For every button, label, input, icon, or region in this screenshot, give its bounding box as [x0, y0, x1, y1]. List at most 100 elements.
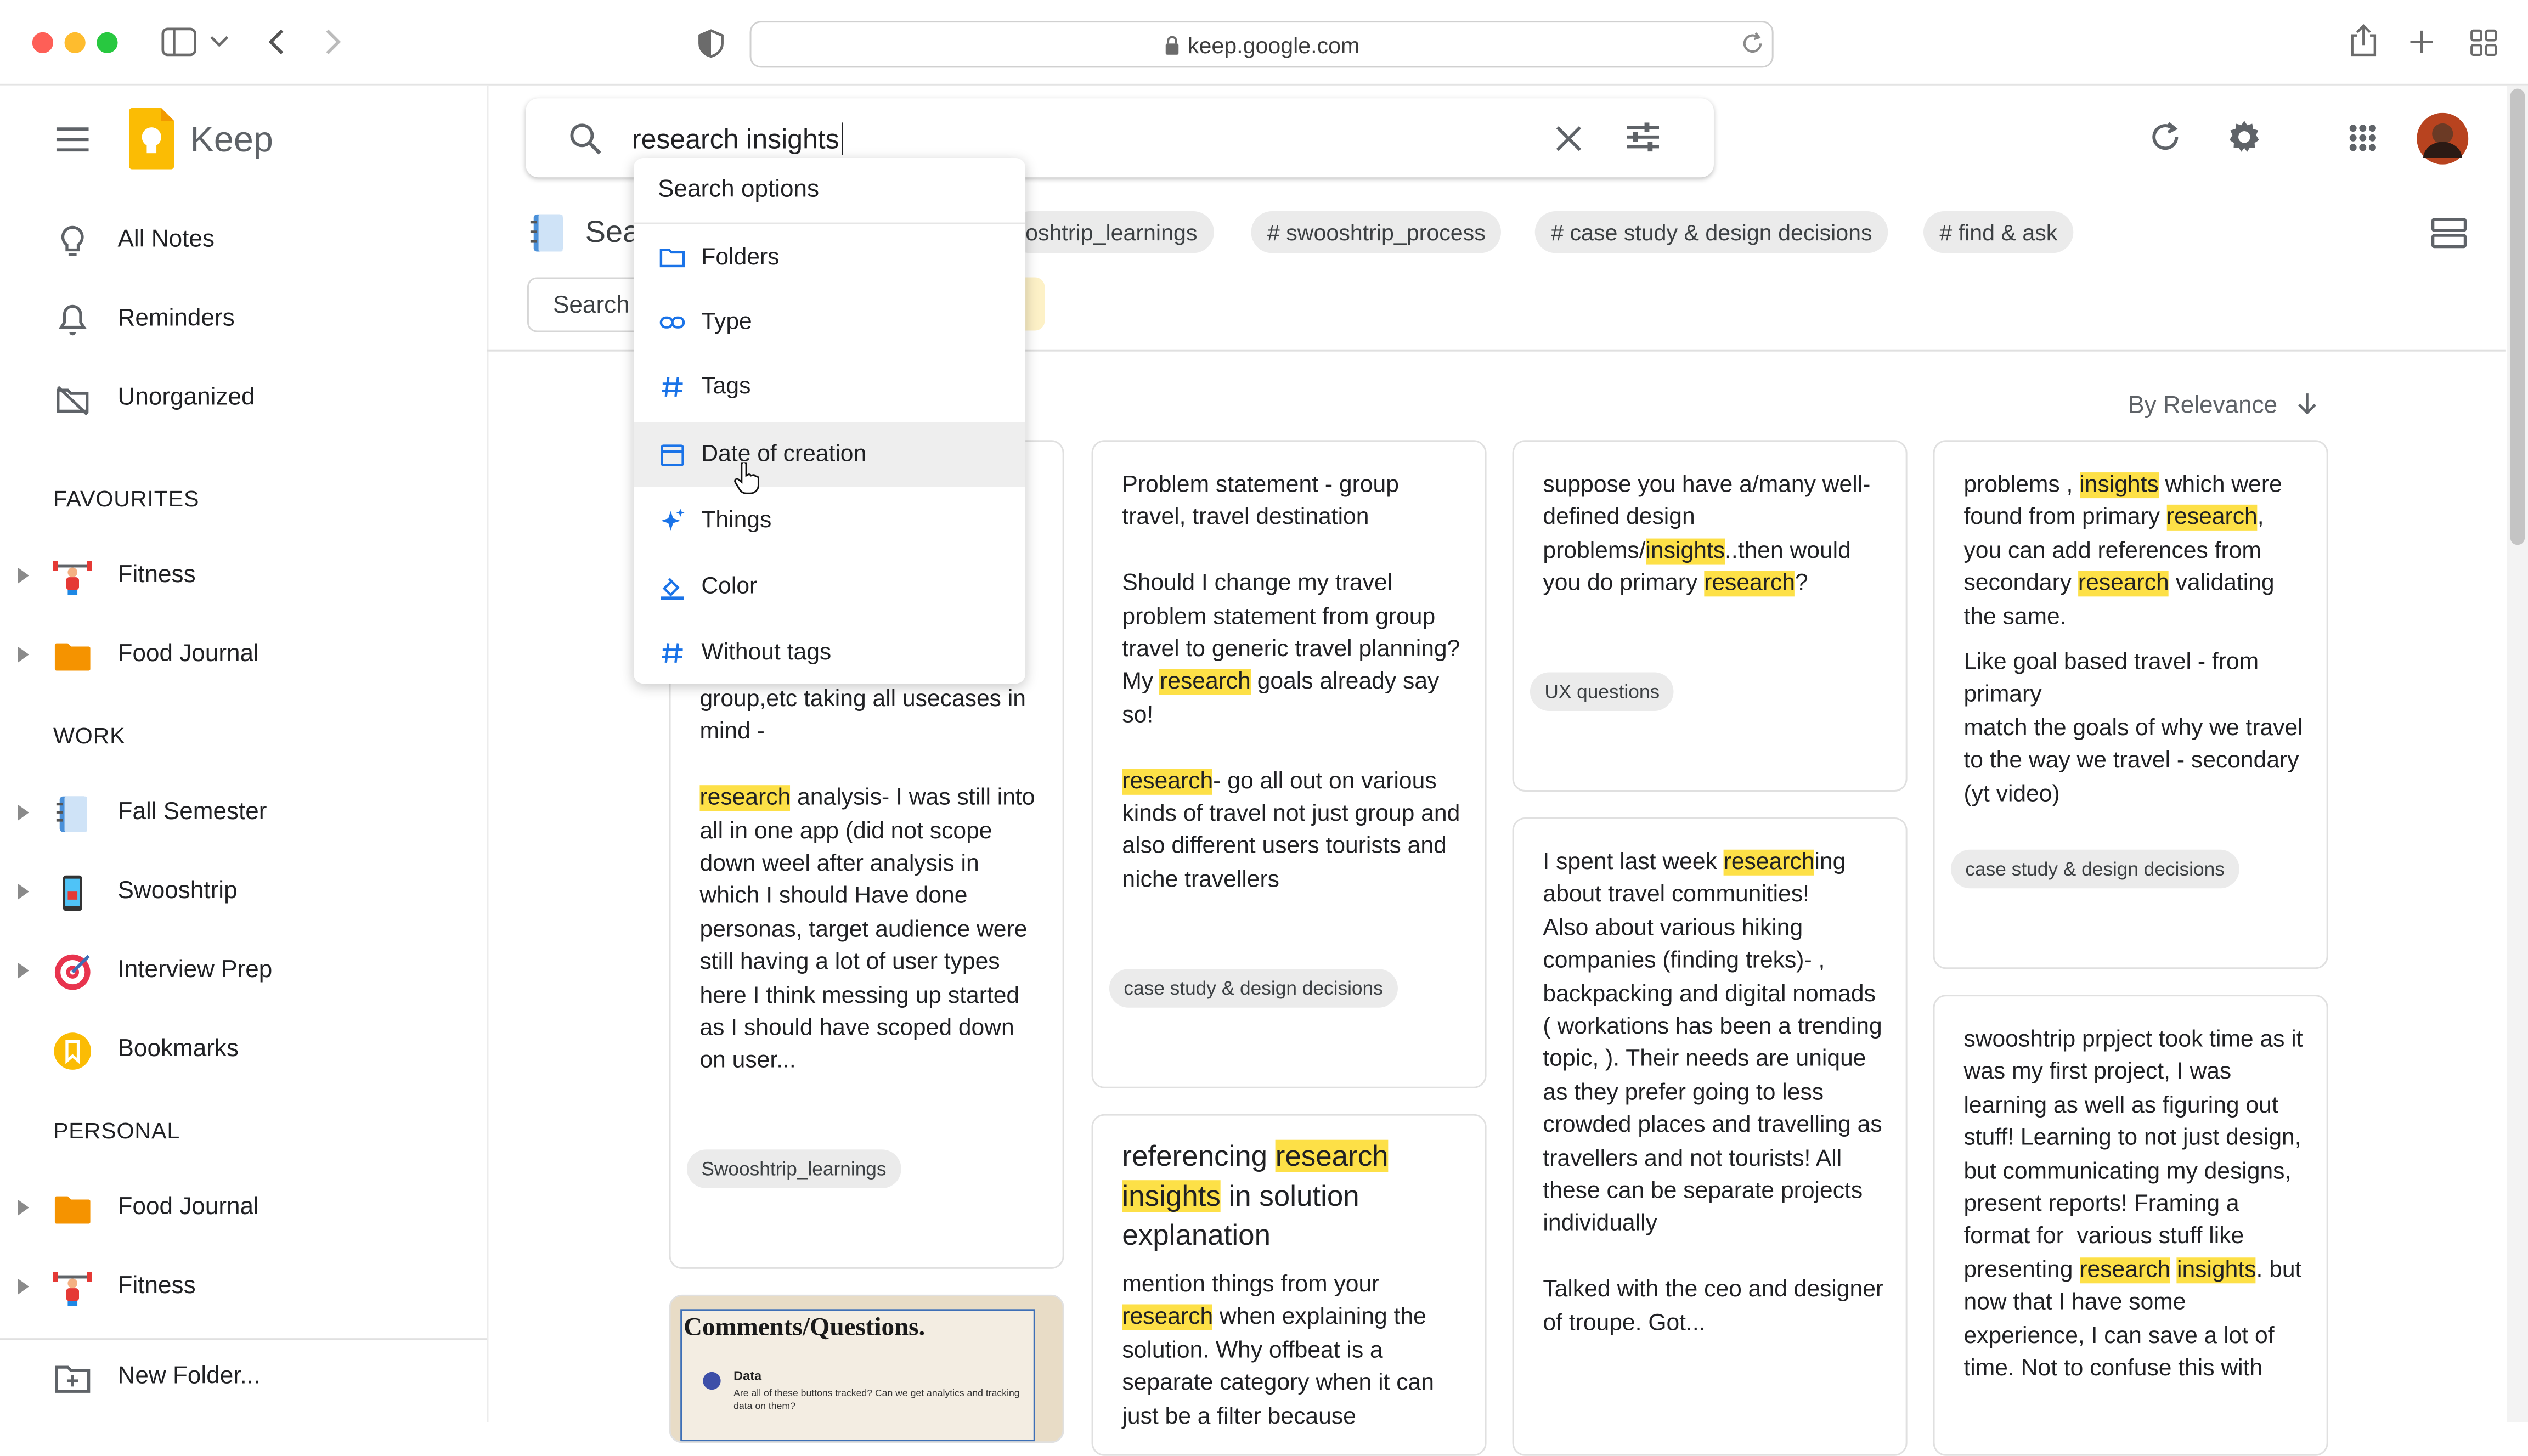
sidebar-item-swooshtrip[interactable]: Swooshtrip: [0, 861, 487, 925]
dropdown-title: Search options: [658, 176, 820, 204]
bell-icon: [58, 304, 87, 336]
tag-chip[interactable]: # find & ask: [1923, 211, 2074, 253]
user-avatar[interactable]: [2417, 112, 2469, 165]
section-header-personal: PERSONAL: [53, 1117, 180, 1143]
sidebar-item-all-notes[interactable]: All Notes: [0, 210, 487, 274]
note-text: Problem statement - group travel, travel…: [1122, 472, 1467, 893]
list-view-icon[interactable]: [2431, 218, 2467, 249]
clear-search-icon[interactable]: [1556, 126, 1582, 151]
search-tab-label: Search: [553, 291, 630, 319]
sort-button[interactable]: By Relevance: [2128, 392, 2316, 419]
expand-caret-icon[interactable]: [18, 804, 29, 821]
search-option-things[interactable]: Things: [634, 488, 1025, 553]
search-option-folders[interactable]: Folders: [634, 225, 1025, 290]
note-card[interactable]: suppose you have a/many well-defined des…: [1512, 440, 1908, 792]
tab-overview-icon[interactable]: [2470, 29, 2497, 57]
image-title: Comments/Questions.: [684, 1314, 926, 1342]
note-card[interactable]: problems , insights which were found fro…: [1933, 440, 2328, 969]
back-icon[interactable]: [266, 27, 285, 57]
weightlifter-icon: [53, 1272, 92, 1306]
refresh-icon[interactable]: [2149, 121, 2181, 153]
search-option-label: Date of creation: [701, 442, 867, 468]
note-card[interactable]: swooshtrip prpject took time as it was m…: [1933, 995, 2328, 1456]
sidebar-item-fitness-personal[interactable]: Fitness: [0, 1256, 487, 1320]
search-option-color[interactable]: Color: [634, 555, 1025, 619]
chevron-down-icon[interactable]: [210, 36, 229, 49]
sidebar-item-food-journal[interactable]: Food Journal: [0, 624, 487, 689]
search-icon[interactable]: [569, 122, 601, 155]
sidebar-item-bookmarks[interactable]: Bookmarks: [0, 1019, 487, 1083]
note-card[interactable]: referencing research insights in solutio…: [1091, 1114, 1487, 1456]
note-text: suppose you have a/many well-defined des…: [1543, 472, 1871, 597]
forward-icon[interactable]: [324, 27, 343, 57]
maximize-window-button[interactable]: [97, 32, 118, 53]
search-option-date-of-creation[interactable]: Date of creation: [633, 422, 1026, 494]
expand-caret-icon[interactable]: [18, 962, 29, 979]
sidebar-item-unorganized[interactable]: Unorganized: [0, 368, 487, 432]
note-label-chip[interactable]: case study & design decisions: [1950, 849, 2239, 889]
sidebar-item-interview-prep[interactable]: Interview Prep: [0, 940, 487, 1004]
sidebar-item-label: Interview Prep: [117, 956, 273, 984]
address-bar[interactable]: keep.google.com: [749, 21, 1774, 68]
expand-caret-icon[interactable]: [18, 1199, 29, 1216]
sidebar-item-reminders[interactable]: Reminders: [0, 289, 487, 353]
note-title: referencing research insights in solutio…: [1122, 1139, 1389, 1251]
share-icon[interactable]: [2349, 24, 2378, 57]
page-title: Sea: [585, 216, 640, 250]
tag-chip[interactable]: # swooshtrip_process: [1251, 211, 1502, 253]
section-header-work: WORK: [53, 722, 126, 748]
note-label-chip[interactable]: case study & design decisions: [1109, 969, 1398, 1008]
note-card[interactable]: I spent last week researching about trav…: [1512, 817, 1908, 1456]
search-input[interactable]: research insights: [632, 124, 839, 155]
note-card[interactable]: Problem statement - group travel, travel…: [1091, 440, 1487, 1088]
sidebar-item-label: Food Journal: [117, 640, 259, 668]
minimize-window-button[interactable]: [64, 32, 86, 53]
note-text: mention things from your research when e…: [1122, 1272, 1441, 1430]
lock-icon: [1165, 36, 1178, 55]
scrollbar-thumb[interactable]: [2510, 88, 2525, 545]
sidebar-item-label: Unorganized: [117, 383, 255, 411]
sidebar-toggle-icon[interactable]: [161, 27, 197, 57]
weightlifter-icon: [53, 561, 92, 595]
note-text: Like goal based travel - from primary ma…: [1963, 650, 2303, 808]
url-text: keep.google.com: [1187, 32, 1360, 58]
sidebar-item-label: Food Journal: [117, 1193, 259, 1221]
folder-icon: [659, 249, 685, 268]
sidebar-item-label: Reminders: [117, 304, 235, 332]
note-label-chip[interactable]: Swooshtrip_learnings: [686, 1149, 901, 1188]
sidebar-item-food-journal-personal[interactable]: Food Journal: [0, 1177, 487, 1241]
sidebar-item-label: All Notes: [117, 225, 215, 253]
section-header-favourites: FAVOURITES: [53, 485, 200, 511]
settings-gear-icon[interactable]: [2226, 119, 2262, 155]
search-option-label: Without tags: [701, 640, 832, 666]
search-option-label: Tags: [701, 374, 751, 400]
apps-grid-icon[interactable]: [2349, 124, 2377, 151]
privacy-shield-icon[interactable]: [697, 29, 726, 58]
sidebar-item-label: Fitness: [117, 1272, 196, 1300]
sidebar-item-fall-semester[interactable]: Fall Semester: [0, 782, 487, 846]
browser-toolbar: keep.google.com: [0, 0, 2528, 86]
search-option-without-tags[interactable]: Without tags: [634, 620, 1025, 685]
expand-caret-icon[interactable]: [18, 646, 29, 663]
note-image: Comments/Questions. Data Are all of thes…: [680, 1309, 1035, 1442]
note-label-chip[interactable]: UX questions: [1530, 672, 1674, 712]
mobile-phone-icon: [63, 875, 82, 911]
sidebar: Keep All Notes Reminders Unorganized FAV…: [0, 85, 489, 1423]
image-note-card[interactable]: Comments/Questions. Data Are all of thes…: [669, 1294, 1064, 1443]
search-option-type[interactable]: Type: [634, 290, 1025, 355]
expand-caret-icon[interactable]: [18, 883, 29, 900]
reload-page-icon[interactable]: [1741, 32, 1764, 55]
note-text: problems , insights which were found fro…: [1963, 472, 2289, 630]
close-window-button[interactable]: [32, 32, 53, 53]
expand-caret-icon[interactable]: [18, 1278, 29, 1295]
expand-caret-icon[interactable]: [18, 567, 29, 584]
tag-chip[interactable]: # case study & design decisions: [1534, 211, 1889, 253]
main-menu-icon[interactable]: [56, 127, 89, 152]
tag-chip[interactable]: oshtrip_learnings: [1009, 211, 1214, 253]
new-folder-button[interactable]: New Folder...: [0, 1346, 487, 1411]
search-option-tags[interactable]: Tags: [634, 355, 1025, 420]
sidebar-item-fitness[interactable]: Fitness: [0, 545, 487, 610]
search-filters-icon[interactable]: [1627, 122, 1660, 152]
sidebar-item-label: Swooshtrip: [117, 877, 238, 905]
new-tab-icon[interactable]: [2409, 29, 2435, 55]
